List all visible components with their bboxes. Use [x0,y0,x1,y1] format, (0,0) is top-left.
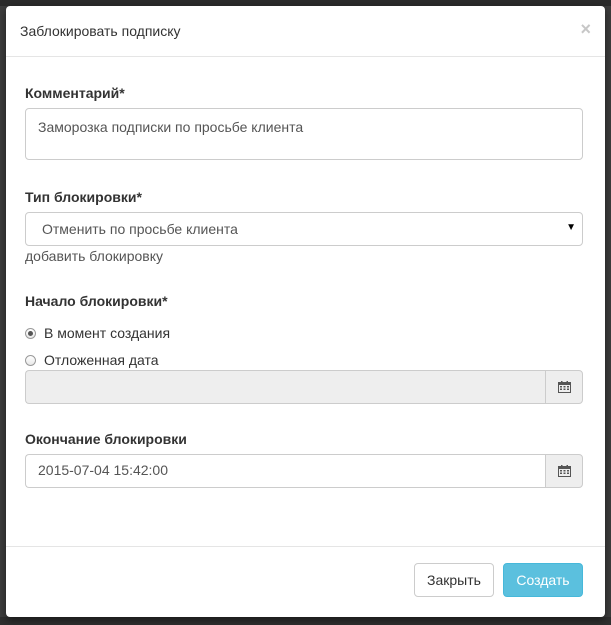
block-type-selected: Отменить по просьбе клиента [42,221,238,237]
radio-button[interactable] [25,354,36,366]
block-subscription-modal: Заблокировать подписку × Комментарий* За… [6,6,605,617]
calendar-button[interactable] [545,454,583,488]
modal-header: Заблокировать подписку × [6,6,605,57]
block-end-label: Окончание блокировки [25,431,187,447]
add-block-link[interactable]: добавить блокировку [25,248,163,264]
radio-option-label: Отложенная дата [44,352,159,368]
create-button[interactable]: Создать [503,563,583,597]
close-icon[interactable]: × [580,20,591,38]
comment-label: Комментарий* [25,85,125,101]
calendar-icon [557,381,571,393]
page-backdrop-bottom [0,617,611,625]
end-date-input[interactable]: 2015-07-04 15:42:00 [25,454,545,488]
modal-footer: Закрыть Создать [6,546,605,617]
close-button[interactable]: Закрыть [414,563,494,597]
calendar-button[interactable] [545,370,583,404]
block-start-label: Начало блокировки* [25,293,168,309]
start-date-input[interactable] [25,370,545,404]
radio-option-delayed[interactable]: Отложенная дата [25,352,159,368]
modal-title: Заблокировать подписку [20,23,181,39]
radio-button-checked[interactable] [25,327,36,339]
end-date-group: 2015-07-04 15:42:00 [25,454,583,488]
start-date-group [25,370,583,404]
block-type-label: Тип блокировки* [25,189,142,205]
block-type-select[interactable]: Отменить по просьбе клиента ▼ [25,212,583,246]
chevron-down-icon: ▼ [566,222,576,233]
radio-option-label: В момент создания [44,325,171,341]
calendar-icon [557,465,571,477]
radio-option-immediate[interactable]: В момент создания [25,325,170,341]
comment-textarea[interactable]: Заморозка подписки по просьбе клиента [25,108,583,160]
